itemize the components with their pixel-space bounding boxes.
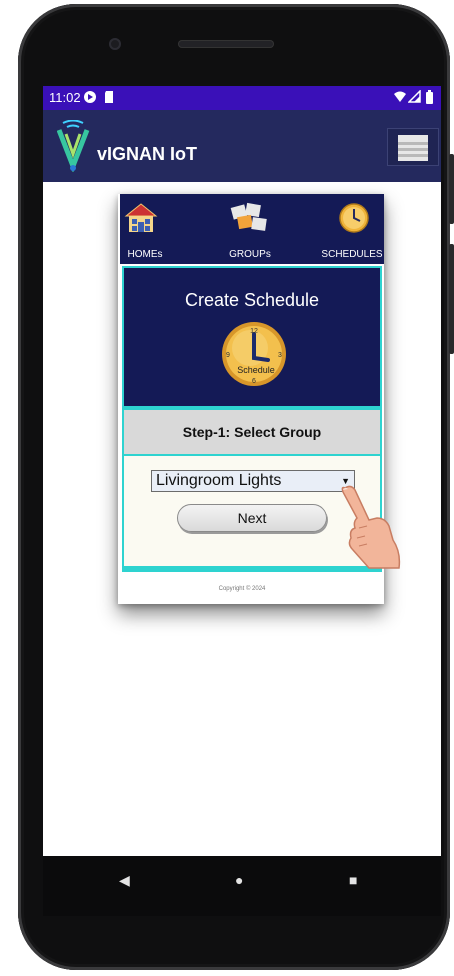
system-nav-bar: ◀ ● ■ [43,856,441,916]
clock-icon [338,202,370,237]
volume-button [449,244,454,354]
create-schedule-header: Create Schedule 12 3 6 9 Schedule [122,266,382,408]
house-icon [124,202,158,237]
app-title: vIGNAN IoT [97,144,198,164]
puzzle-icon [230,202,270,237]
app-notification-icon [83,90,97,107]
status-bar: 11:02 [43,86,441,110]
feature-nav: HOMEs GROUPs SCHEDULES [120,194,384,264]
nav-schedules-label: SCHEDULES [321,249,383,260]
nav-schedules[interactable]: SCHEDULES [320,194,384,264]
nav-groups-label: GROUPs [229,249,271,260]
clock-num-3: 3 [278,352,282,359]
vignan-logo-icon [56,119,91,173]
panel-title: Create Schedule [184,290,320,310]
power-button [449,154,454,224]
pointing-hand-icon [333,482,405,572]
back-button[interactable]: ◀ [119,872,130,889]
copyright-text: Copyright © 2024 [218,586,266,592]
next-button[interactable]: Next [177,504,327,532]
menu-button[interactable] [387,128,439,166]
hamburger-menu-icon [398,135,428,161]
group-select-value: Livingroom Lights [156,472,282,489]
clock-num-6: 6 [252,378,256,385]
battery-icon [425,90,434,107]
app-bar: vIGNAN IoT [43,110,441,182]
schedule-clock-icon: 12 3 6 9 Schedule [220,320,288,388]
status-time: 11:02 [49,90,81,105]
clock-num-9: 9 [226,352,230,359]
nav-groups[interactable]: GROUPs [220,194,280,264]
recents-button[interactable]: ■ [349,872,357,888]
group-select[interactable]: Livingroom Lights ▼ [151,470,355,492]
nav-homes[interactable]: HOMEs [120,194,170,264]
step-label: Step-1: Select Group [122,408,382,456]
home-button[interactable]: ● [235,872,243,888]
front-camera [109,38,121,50]
wifi-icon [393,90,407,107]
signal-icon [407,89,422,107]
clock-label: Schedule [237,365,275,375]
nav-homes-label: HOMEs [127,249,163,260]
clock-num-12: 12 [250,328,258,335]
earpiece-speaker [178,40,274,48]
sim-card-icon [103,90,115,107]
phone-screen: 11:02 vIGNAN IoT HOMEs GROUPs SCHEDULES … [43,86,441,892]
